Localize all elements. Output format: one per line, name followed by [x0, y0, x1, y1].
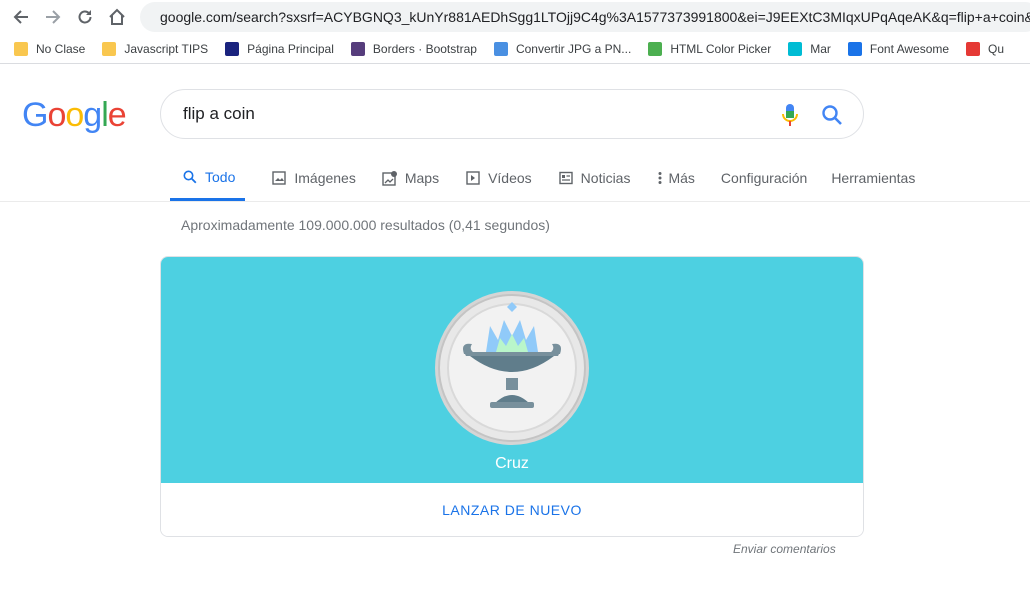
logo-letter: e: [107, 96, 127, 134]
tab-map[interactable]: Maps: [382, 156, 439, 200]
address-bar[interactable]: google.com/search?sxsrf=ACYBGNQ3_kUnYr88…: [140, 2, 1030, 32]
bookmarks-bar: No Clase Javascript TIPS Página Principal B…: [0, 34, 1030, 64]
reload-button[interactable]: [74, 6, 96, 28]
tab-more[interactable]: Más: [656, 156, 695, 200]
tab-label: Maps: [404, 170, 440, 186]
logo-letter: o: [47, 96, 66, 134]
tab-news[interactable]: Noticias: [558, 156, 631, 200]
coin-display: Cruz: [161, 257, 863, 483]
arrow-right-icon: [46, 10, 61, 24]
tab-label: Herramientas: [831, 170, 916, 186]
bookmark-label: Qu: [988, 41, 1005, 56]
coin-icon[interactable]: [434, 290, 590, 446]
home-icon: [109, 8, 125, 25]
bookmark-label: Página Principal: [247, 41, 334, 56]
search-icon[interactable]: [821, 104, 843, 126]
flag-icon: [847, 41, 862, 56]
folder-icon: [102, 41, 117, 56]
tab-label: Todo: [205, 169, 236, 185]
results-stats: Aproximadamente 109.000.000 resultados (…: [181, 217, 550, 233]
folder-icon: [14, 41, 28, 56]
tab-link[interactable]: Configuración: [721, 156, 807, 200]
bookmark-label: Convertir JPG a PN...: [515, 41, 632, 56]
coin-flip-card: Cruz LANZAR DE NUEVO: [160, 256, 864, 537]
heart-icon: [493, 41, 508, 56]
logo-letter: G: [22, 96, 48, 134]
flip-again-button[interactable]: LANZAR DE NUEVO: [442, 502, 582, 518]
bookmark-item[interactable]: No Clase: [14, 41, 86, 56]
url-text: google.com/search?sxsrf=ACYBGNQ3_kUnYr88…: [160, 9, 1030, 25]
image-icon: [271, 170, 287, 186]
browser-toolbar: google.com/search?sxsrf=ACYBGNQ3_kUnYr88…: [0, 0, 1030, 34]
bookmark-item[interactable]: Mar: [788, 41, 831, 56]
tabs-divider: [0, 201, 1030, 202]
w3-icon: [648, 41, 663, 56]
tab-label: Noticias: [580, 170, 631, 186]
tab-label: Configuración: [720, 170, 808, 186]
news-icon: [558, 170, 574, 186]
logo-letter: o: [65, 96, 84, 134]
home-button[interactable]: [106, 6, 128, 28]
bookmark-item[interactable]: Convertir JPG a PN...: [493, 41, 632, 56]
tab-image[interactable]: Imágenes: [271, 156, 356, 200]
tab-search[interactable]: Todo: [170, 156, 246, 201]
search-box[interactable]: flip a coin: [160, 89, 864, 139]
bookmark-item[interactable]: Borders · Bootstrap: [350, 41, 477, 56]
crest-icon: [225, 41, 240, 56]
logo-letter: g: [83, 96, 102, 134]
bookmark-item[interactable]: Javascript TIPS: [102, 41, 209, 56]
tab-video[interactable]: Vídeos: [465, 156, 532, 200]
bookmark-item[interactable]: Font Awesome: [847, 41, 950, 56]
bookmark-label: Javascript TIPS: [124, 41, 209, 56]
bookmark-item[interactable]: Qu: [966, 41, 1005, 56]
bookmark-label: Mar: [810, 41, 831, 56]
more-icon: [656, 170, 664, 186]
feedback-link[interactable]: Enviar comentarios: [733, 542, 836, 556]
search-input[interactable]: flip a coin: [183, 104, 255, 124]
tab-label: Imágenes: [294, 170, 356, 186]
p-icon: [788, 41, 803, 56]
arrow-left-icon: [13, 10, 28, 24]
medal-icon: [966, 41, 981, 56]
video-icon: [465, 170, 481, 186]
google-logo[interactable]: Google: [22, 96, 127, 135]
tab-label: Vídeos: [488, 170, 532, 186]
bookmark-label: Font Awesome: [869, 41, 950, 56]
search-tabs: Todo Imágenes Maps Vídeos Noticias Más Configu…: [170, 156, 939, 202]
bootstrap-icon: [350, 41, 365, 56]
search-icon: [182, 169, 198, 185]
card-footer: LANZAR DE NUEVO: [161, 483, 863, 536]
tab-label: Más: [668, 170, 695, 186]
bookmark-label: Borders · Bootstrap: [372, 41, 477, 56]
bookmark-label: No Clase: [36, 41, 86, 56]
tab-link[interactable]: Herramientas: [831, 156, 915, 200]
back-button[interactable]: [10, 6, 32, 28]
bookmark-label: HTML Color Picker: [670, 41, 772, 56]
reload-icon: [78, 10, 92, 24]
microphone-icon[interactable]: [779, 103, 801, 127]
forward-button[interactable]: [42, 6, 64, 28]
coin-result: Cruz: [495, 455, 529, 472]
bookmark-item[interactable]: Página Principal: [225, 41, 334, 56]
map-icon: [382, 170, 398, 186]
bookmark-item[interactable]: HTML Color Picker: [648, 41, 772, 56]
